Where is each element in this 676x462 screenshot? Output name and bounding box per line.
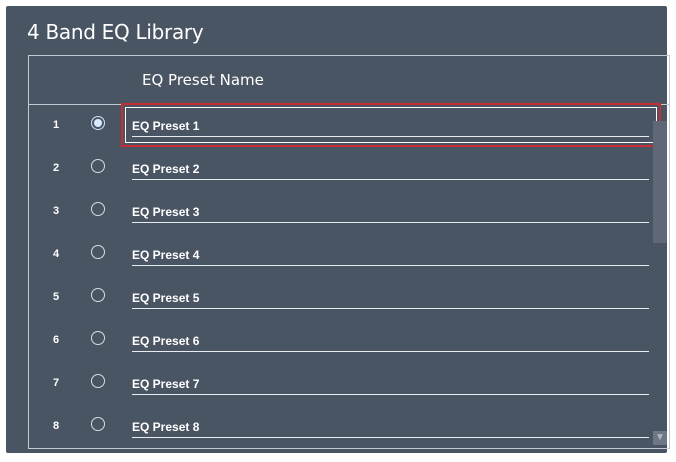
row-number: 5 bbox=[53, 291, 60, 303]
preset-radio-button[interactable] bbox=[91, 245, 105, 259]
preset-name-field[interactable]: EQ Preset 6 bbox=[132, 328, 649, 352]
preset-name-field[interactable]: EQ Preset 1 bbox=[132, 113, 649, 137]
preset-name-field[interactable]: EQ Preset 8 bbox=[132, 414, 649, 438]
table-row[interactable]: 2 EQ Preset 2 bbox=[29, 148, 651, 191]
row-number: 1 bbox=[53, 119, 60, 131]
preset-name: EQ Preset 4 bbox=[132, 248, 200, 262]
preset-name: EQ Preset 5 bbox=[132, 291, 200, 305]
preset-name: EQ Preset 1 bbox=[132, 119, 200, 133]
preset-name-field[interactable]: EQ Preset 2 bbox=[132, 156, 649, 180]
preset-name-field[interactable]: EQ Preset 4 bbox=[132, 242, 649, 266]
preset-name: EQ Preset 3 bbox=[132, 205, 200, 219]
preset-radio-button[interactable] bbox=[91, 202, 105, 216]
table-row[interactable]: 1 EQ Preset 1 bbox=[29, 103, 661, 148]
scrollbar-thumb[interactable] bbox=[653, 121, 667, 243]
table-header: EQ Preset Name bbox=[29, 56, 669, 105]
table-row[interactable]: 6 EQ Preset 6 bbox=[29, 320, 651, 363]
preset-name: EQ Preset 6 bbox=[132, 334, 200, 348]
preset-radio-button[interactable] bbox=[91, 374, 105, 388]
table-row[interactable]: 4 EQ Preset 4 bbox=[29, 234, 651, 277]
preset-name-field[interactable]: EQ Preset 3 bbox=[132, 199, 649, 223]
preset-radio-button[interactable] bbox=[91, 159, 105, 173]
preset-table: EQ Preset Name 1 EQ Preset 1 2 EQ Preset… bbox=[28, 55, 670, 449]
table-row[interactable]: 7 EQ Preset 7 bbox=[29, 363, 651, 406]
preset-name-field[interactable]: EQ Preset 5 bbox=[132, 285, 649, 309]
eq-library-panel: 4 Band EQ Library EQ Preset Name 1 EQ Pr… bbox=[6, 6, 670, 453]
row-number: 6 bbox=[53, 334, 60, 346]
row-number: 4 bbox=[53, 248, 60, 260]
row-number: 3 bbox=[53, 205, 60, 217]
preset-name-field[interactable]: EQ Preset 7 bbox=[132, 371, 649, 395]
vertical-scrollbar[interactable]: ▼ bbox=[653, 105, 667, 447]
table-row[interactable]: 8 EQ Preset 8 bbox=[29, 406, 651, 448]
preset-radio-button[interactable] bbox=[91, 116, 105, 130]
row-number: 2 bbox=[53, 162, 60, 174]
preset-radio-button[interactable] bbox=[91, 331, 105, 345]
preset-radio-button[interactable] bbox=[91, 288, 105, 302]
table-row[interactable]: 5 EQ Preset 5 bbox=[29, 277, 651, 320]
row-number: 7 bbox=[53, 377, 60, 389]
preset-name: EQ Preset 2 bbox=[132, 162, 200, 176]
table-row[interactable]: 3 EQ Preset 3 bbox=[29, 191, 651, 234]
preset-name: EQ Preset 8 bbox=[132, 420, 200, 434]
preset-radio-button[interactable] bbox=[91, 417, 105, 431]
row-number: 8 bbox=[53, 420, 60, 432]
preset-name: EQ Preset 7 bbox=[132, 377, 200, 391]
panel-title: 4 Band EQ Library bbox=[27, 20, 204, 44]
arrow-down-icon[interactable]: ▼ bbox=[653, 431, 667, 445]
column-header-preset-name: EQ Preset Name bbox=[142, 71, 264, 89]
